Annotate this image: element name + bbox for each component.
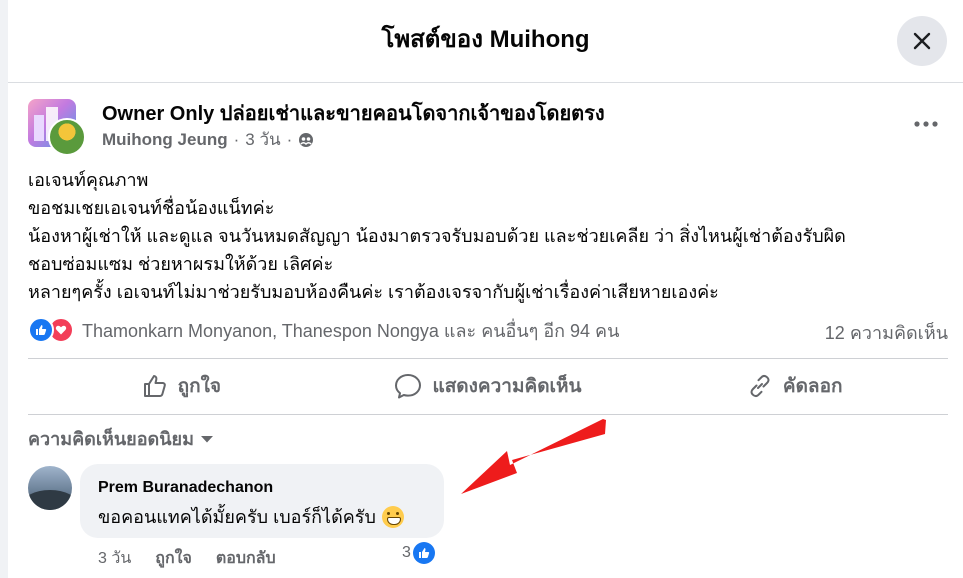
author-name-link[interactable]: Muihong Jeung xyxy=(102,129,228,151)
comment-item: Prem Buranadechanon ขอคอนแทคได้มั้ยครับ … xyxy=(28,464,948,574)
grinning-face-emoji-icon xyxy=(381,506,404,528)
commenter-avatar[interactable] xyxy=(28,466,72,510)
comment-like-button[interactable]: ถูกใจ xyxy=(155,546,192,571)
reactions-text[interactable]: Thamonkarn Monyanon, Thanespon Nongya แล… xyxy=(82,316,619,345)
post-timestamp[interactable]: 3 วัน xyxy=(245,129,280,151)
comment-bubble-icon xyxy=(395,374,422,399)
author-avatar[interactable] xyxy=(48,118,86,156)
post-header: Owner Only ปล่อยเช่าและขายคอนโดจากเจ้าขอ… xyxy=(28,96,948,156)
comment-label: แสดงความคิดเห็น xyxy=(432,376,582,397)
comment-text-content: ขอคอนแทคได้มั้ยครับ เบอร์ก็ได้ครับ xyxy=(98,507,376,527)
comment-text: ขอคอนแทคได้มั้ยครับ เบอร์ก็ได้ครับ xyxy=(98,505,404,529)
post-text-line: ขอชมเชยเอเจนท์ชื่อน้องแน็ทค่ะ xyxy=(28,198,275,218)
post-text-line: หลายๆครั้ง เอเจนท์ไม่มาช่วยรับมอบห้องคืน… xyxy=(28,282,719,302)
comment-actions: 3 วัน ถูกใจ ตอบกลับ xyxy=(98,546,276,571)
modal-title: โพสต์ของ Muihong xyxy=(381,26,590,53)
modal-header: โพสต์ของ Muihong xyxy=(8,0,963,83)
close-button[interactable] xyxy=(897,16,947,66)
copy-link-button[interactable]: คัดลอก xyxy=(641,362,948,410)
like-reaction-icon xyxy=(28,317,54,343)
reaction-icons[interactable] xyxy=(28,317,74,343)
post-text-line: น้องหาผู้เช่าให้ และดูแล จนวันหมดสัญญา น… xyxy=(28,226,846,246)
post-body: เอเจนท์คุณภาพ ขอชมเชยเอเจนท์ชื่อน้องแน็ท… xyxy=(28,166,938,306)
comment-reaction-count[interactable]: 3 xyxy=(402,542,435,564)
comment-button[interactable]: แสดงความคิดเห็น xyxy=(335,362,642,410)
caret-down-icon xyxy=(200,435,213,442)
group-name-link[interactable]: Owner Only ปล่อยเช่าและขายคอนโดจากเจ้าขอ… xyxy=(102,101,605,127)
post-meta: Muihong Jeung · 3 วัน · xyxy=(102,129,314,151)
close-icon xyxy=(913,32,931,50)
meta-separator-2: · xyxy=(286,130,293,149)
link-icon xyxy=(750,374,770,398)
post-options-button[interactable] xyxy=(908,106,944,142)
group-audience-icon xyxy=(299,133,314,147)
comment-bubble: Prem Buranadechanon ขอคอนแทคได้มั้ยครับ … xyxy=(80,464,444,538)
comment-like-count: 3 xyxy=(402,544,411,561)
more-options-icon xyxy=(914,121,938,127)
like-label: ถูกใจ xyxy=(177,376,222,397)
comment-timestamp[interactable]: 3 วัน xyxy=(98,546,131,571)
commenter-name-link[interactable]: Prem Buranadechanon xyxy=(98,477,273,499)
like-button[interactable]: ถูกใจ xyxy=(28,362,335,410)
post-text-line: เอเจนท์คุณภาพ xyxy=(28,170,149,190)
comment-reply-button[interactable]: ตอบกลับ xyxy=(216,546,276,571)
thumbs-up-icon xyxy=(143,375,166,397)
divider xyxy=(28,414,948,415)
divider xyxy=(28,358,948,359)
reactions-summary: Thamonkarn Monyanon, Thanespon Nongya แล… xyxy=(28,314,948,346)
post-modal: โพสต์ของ Muihong Owner Only ปล่อยเช่าและ… xyxy=(8,0,963,578)
post-action-bar: ถูกใจ แสดงความคิดเห็น คัดลอก xyxy=(28,362,948,410)
comment-sort-dropdown[interactable]: ความคิดเห็นยอดนิยม xyxy=(28,424,214,453)
meta-separator: · xyxy=(233,130,240,149)
comment-count[interactable]: 12 ความคิดเห็น xyxy=(825,318,948,347)
copy-label: คัดลอก xyxy=(782,376,843,397)
like-badge-icon xyxy=(412,542,435,564)
sort-label: ความคิดเห็นยอดนิยม xyxy=(28,429,194,449)
post-text-line: ชอบซ่อมแซม ช่วยหาผรมให้ด้วย เลิศค่ะ xyxy=(28,254,334,274)
